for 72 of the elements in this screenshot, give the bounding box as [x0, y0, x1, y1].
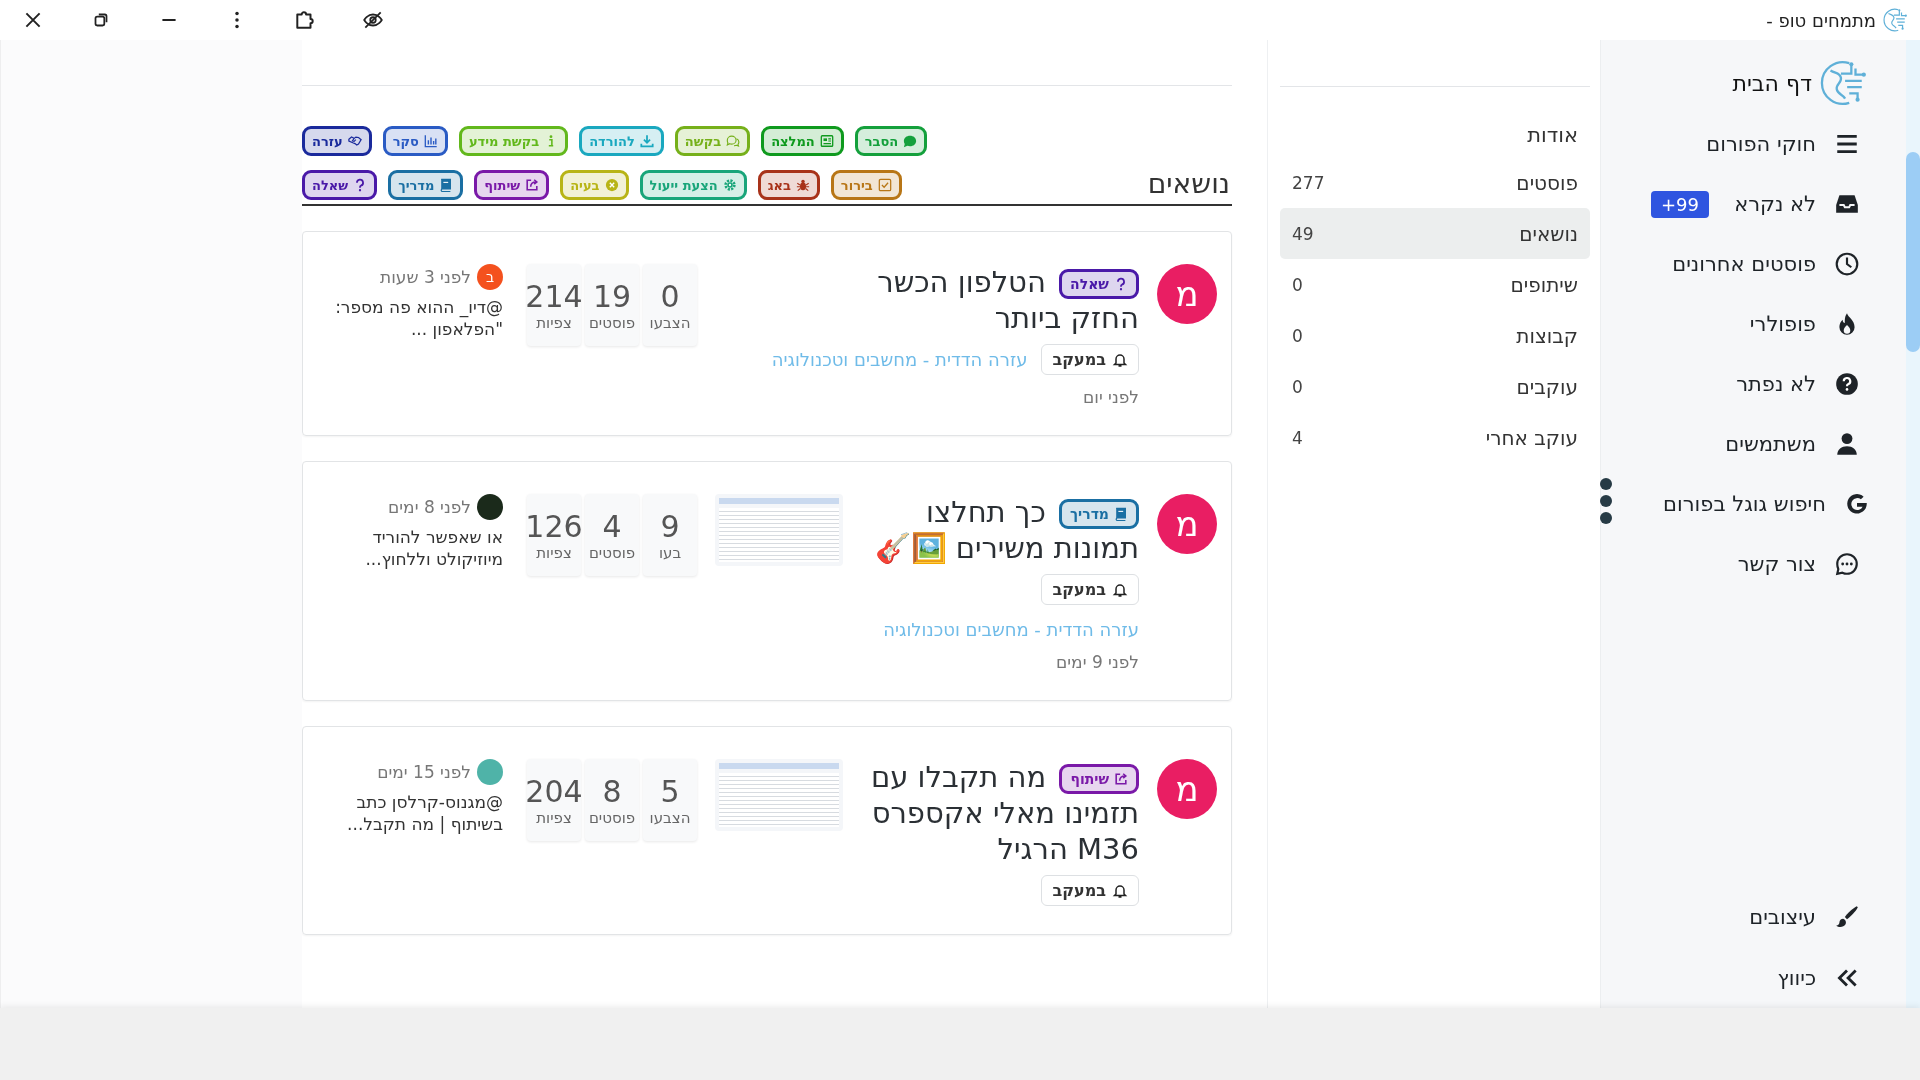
watch-button[interactable]: במעקב: [1041, 875, 1139, 906]
bell-icon: [1112, 581, 1128, 598]
checkbox-icon: [877, 178, 892, 192]
topics-heading: נושאים: [1146, 167, 1231, 200]
user-icon: [1834, 431, 1860, 457]
clock-icon: [1834, 251, 1860, 277]
user-avatar[interactable]: מ: [1157, 264, 1217, 324]
tag-chip[interactable]: מדריך: [1059, 499, 1139, 529]
watch-button[interactable]: במעקב: [1041, 344, 1139, 375]
chat-bubble-icon: [903, 134, 918, 148]
x-circle-icon: [604, 178, 619, 192]
sidebar-item[interactable]: פוסטים אחרונים: [1672, 234, 1906, 294]
gear-icon: [722, 178, 737, 192]
puzzle-icon[interactable]: [294, 9, 316, 31]
last-post-excerpt[interactable]: או שאפשר להוריד מיוזיקולט וללחוץ...: [323, 526, 503, 570]
bar-chart-icon: [423, 134, 438, 148]
unread-count-badge: +99: [1651, 190, 1709, 218]
topic-title[interactable]: שאלה הטלפון הכשר החזק ביותר: [839, 264, 1139, 336]
last-post-time[interactable]: לפני 8 ימים: [388, 497, 471, 517]
bug-icon: [795, 178, 810, 192]
tag-chip[interactable]: עזרה: [302, 126, 372, 156]
chat-bubble-icon: [1834, 551, 1860, 577]
home-link[interactable]: דף הבית: [1601, 52, 1906, 114]
tag-chip[interactable]: שיתוף: [474, 170, 550, 200]
book-icon: [1114, 507, 1128, 521]
window-title: מתמחים טופ -: [1766, 9, 1876, 31]
book-icon: [439, 178, 454, 192]
scrollbar[interactable]: [1906, 40, 1920, 1008]
screenshot-thumbnail[interactable]: [715, 759, 843, 831]
last-post-excerpt[interactable]: @דיו_ ההוא פה מספר: "הפלאפון ...: [323, 296, 503, 340]
tag-chip[interactable]: באג: [757, 170, 820, 200]
screenshot-thumbnail[interactable]: [715, 494, 843, 566]
share-icon: [525, 178, 540, 192]
share-icon: [1114, 772, 1128, 786]
tag-chip[interactable]: סקר: [382, 126, 448, 156]
user-avatar[interactable]: מ: [1157, 494, 1217, 554]
last-post-time[interactable]: לפני 15 ימים: [377, 762, 471, 782]
tag-chip[interactable]: מדריך: [388, 170, 464, 200]
sidebar-item[interactable]: חיפוש גוגל בפורום: [1663, 474, 1906, 534]
bell-icon: [1112, 882, 1128, 899]
eye-slash-icon[interactable]: [362, 9, 384, 31]
tag-chip[interactable]: שאלה: [302, 170, 378, 200]
download-icon: [639, 134, 654, 148]
question-icon: [1114, 277, 1128, 291]
sidebar-item[interactable]: לא נקרא: [1734, 174, 1906, 234]
sidebar-item[interactable]: לא נפתר: [1736, 354, 1906, 414]
user-avatar[interactable]: [477, 494, 503, 520]
topic-title[interactable]: מדריך כך תחלצו תמונות משירים 🖼🎸: [861, 494, 1139, 566]
sidebar-item[interactable]: עיצובים: [1601, 886, 1906, 947]
user-avatar[interactable]: מ: [1157, 759, 1217, 819]
sidebar-item[interactable]: צור קשר: [1737, 534, 1906, 594]
question-circle-icon: [1834, 371, 1860, 397]
tag-chip[interactable]: שאלה: [1059, 269, 1139, 299]
topic-title[interactable]: שיתוף מה תקבלו עם תזמינו מאלי אקספרס M36 הרגיל: [861, 759, 1139, 867]
topic-time: לפני יום: [1083, 387, 1139, 407]
tag-chip[interactable]: שיתוף: [1059, 764, 1139, 794]
newspaper-icon: [819, 134, 834, 148]
speech-bubbles-icon: [726, 134, 741, 148]
sidebar-item[interactable]: חוקי הפורום: [1706, 114, 1906, 174]
last-post-time[interactable]: לפני 3 שעות: [379, 267, 471, 287]
globe-circuit-logo-icon: [1882, 7, 1908, 33]
globe-circuit-logo-icon: [1818, 58, 1868, 108]
brush-icon: [1834, 903, 1860, 930]
bell-icon: [1112, 351, 1128, 368]
last-post-excerpt[interactable]: @מגנוס-קרלסן כתב בשיתוף | מה תקבל...: [323, 791, 503, 835]
sidebar-item[interactable]: פופולרי: [1749, 294, 1906, 354]
google-g-icon: [1844, 491, 1870, 517]
about-heading[interactable]: אודות: [1280, 86, 1590, 157]
watch-button[interactable]: במעקב: [1041, 574, 1139, 605]
topic-time: לפני 9 ימים: [1056, 652, 1139, 672]
sidebar-item[interactable]: משתמשים: [1725, 414, 1906, 474]
sidebar-item[interactable]: כיווץ: [1601, 947, 1906, 1008]
